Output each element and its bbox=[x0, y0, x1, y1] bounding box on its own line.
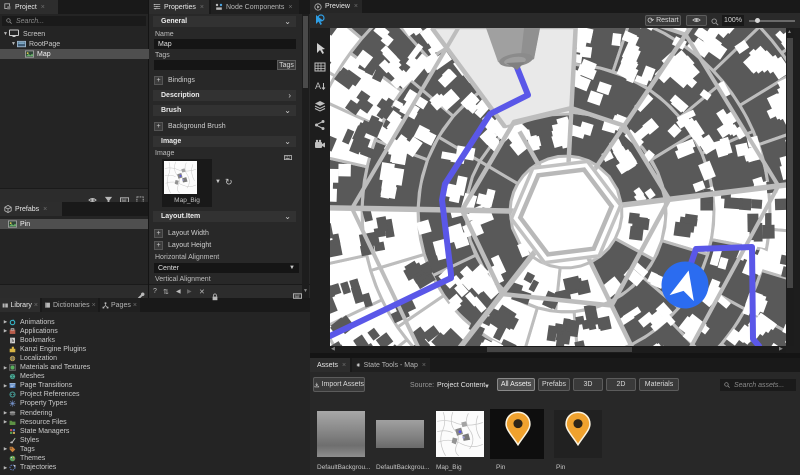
svg-text:A: A bbox=[315, 81, 321, 91]
